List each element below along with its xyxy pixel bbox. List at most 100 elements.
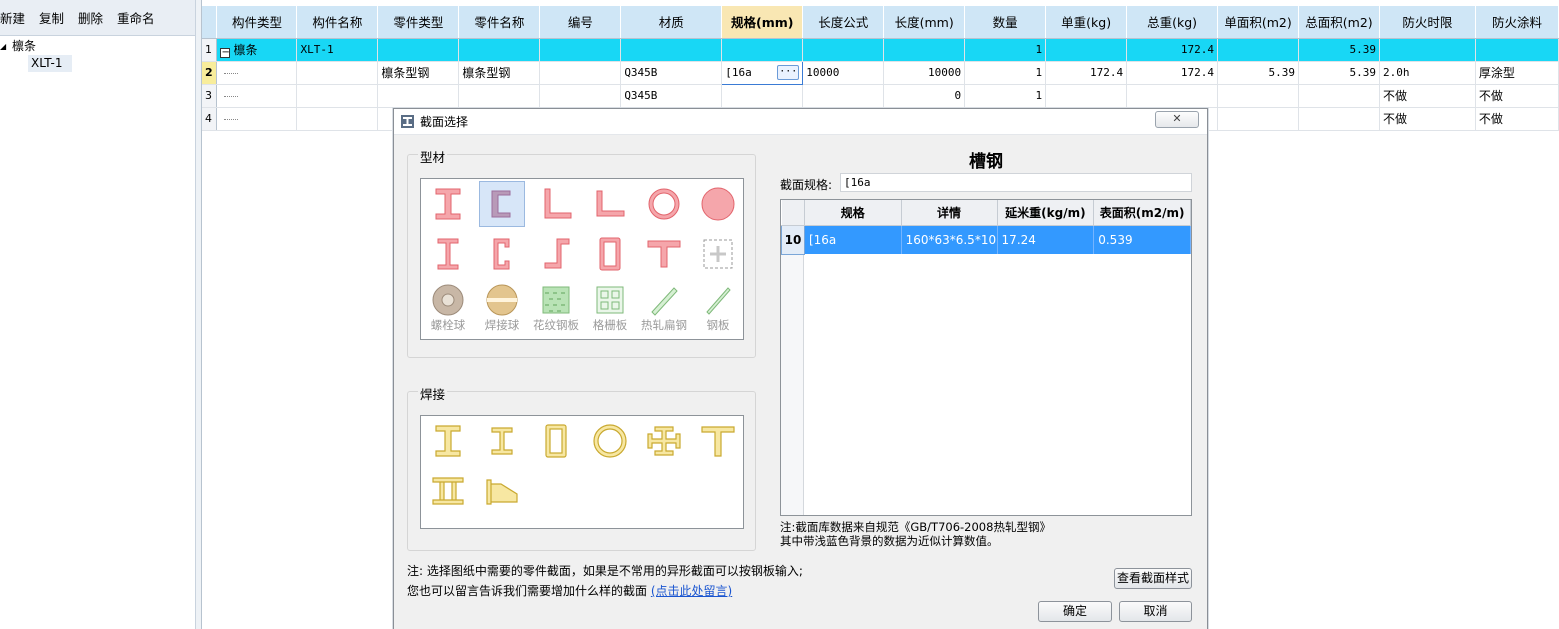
box-section-shape-icon[interactable]	[587, 231, 633, 277]
table-cell[interactable]: [16a	[804, 225, 902, 254]
tree-item-root[interactable]: ◢ 檩条	[0, 38, 195, 55]
grid-cell[interactable]	[883, 38, 966, 62]
col-header[interactable]: 规格	[804, 200, 902, 226]
tree-item-child[interactable]: XLT-1	[28, 55, 72, 72]
col-header[interactable]: 详情	[901, 200, 998, 226]
grid-cell[interactable]: 1	[964, 84, 1047, 108]
grid-cell[interactable]	[216, 61, 298, 85]
col-header[interactable]: 长度(mm)	[883, 6, 966, 39]
col-header[interactable]: 长度公式	[802, 6, 885, 39]
welded-h-shape-icon[interactable]	[479, 418, 525, 464]
welded-cross-shape-icon[interactable]	[641, 418, 687, 464]
spec-input[interactable]: [16a	[840, 173, 1192, 192]
new-button[interactable]: 新建	[0, 8, 32, 27]
unequal-angle-shape-icon[interactable]	[587, 181, 633, 227]
grid-cell[interactable]: 5.39	[1217, 61, 1299, 85]
ok-button[interactable]: 确定	[1038, 601, 1112, 622]
welded-tapered-shape-icon[interactable]	[479, 468, 525, 514]
grid-cell[interactable]: 不做	[1379, 107, 1476, 131]
rename-button[interactable]: 重命名	[110, 8, 162, 27]
grid-cell[interactable]	[377, 38, 460, 62]
t-section-shape-icon[interactable]	[641, 231, 687, 277]
hot-rolled-flat-item[interactable]: 热轧扁钢	[637, 281, 691, 337]
grid-cell[interactable]	[458, 38, 541, 62]
grid-cell[interactable]: 172.4	[1126, 38, 1219, 62]
grid-cell[interactable]: 不做	[1475, 107, 1559, 131]
grid-cell[interactable]	[1126, 84, 1219, 108]
welded-i-shape-icon[interactable]	[425, 418, 471, 464]
grid-cell[interactable]	[802, 84, 885, 108]
col-header[interactable]: 表面积(m2/m)	[1093, 200, 1191, 226]
grid-cell[interactable]: Q345B	[620, 84, 723, 108]
col-header[interactable]: 编号	[539, 6, 622, 39]
grid-cell[interactable]	[802, 38, 885, 62]
pipe-shape-icon[interactable]	[641, 181, 687, 227]
grid-cell[interactable]	[1298, 84, 1380, 108]
col-header[interactable]: 延米重(kg/m)	[997, 200, 1095, 226]
grid-cell[interactable]: 1	[964, 38, 1047, 62]
grid-cell[interactable]	[1298, 107, 1380, 131]
grid-cell[interactable]: 10000	[883, 61, 966, 85]
collapse-minus-icon[interactable]: −	[220, 48, 231, 58]
col-header[interactable]: 数量	[964, 6, 1047, 39]
grid-cell[interactable]	[1379, 38, 1476, 62]
grid-cell[interactable]	[539, 61, 622, 85]
grid-cell[interactable]	[539, 84, 622, 108]
col-header[interactable]: 零件类型	[377, 6, 460, 39]
grid-cell[interactable]	[1217, 38, 1299, 62]
grid-cell[interactable]	[1475, 38, 1559, 62]
grid-cell[interactable]: 172.4	[1126, 61, 1219, 85]
grid-cell[interactable]	[539, 38, 622, 62]
grid-cell[interactable]: Q345B	[620, 61, 723, 85]
cancel-button[interactable]: 取消	[1119, 601, 1192, 622]
grid-cell[interactable]	[721, 84, 804, 108]
steel-plate-item[interactable]: 钢板	[691, 281, 745, 337]
grid-cell[interactable]: 5.39	[1298, 38, 1380, 62]
welded-t-shape-icon[interactable]	[695, 418, 741, 464]
copy-button[interactable]: 复制	[32, 8, 71, 27]
table-row[interactable]: 2 檩条型钢 檩条型钢 Q345B [16a ··· 10000 10000 1 …	[202, 60, 1559, 85]
dialog-titlebar[interactable]: 截面选择	[394, 109, 1207, 135]
round-bar-shape-icon[interactable]	[695, 181, 741, 227]
collapse-arrow-icon[interactable]: ◢	[0, 38, 10, 55]
col-header-selected[interactable]: 规格(mm)	[721, 6, 804, 39]
table-row[interactable]: 1 − 檩条 XLT-1 1 172.4 5.39	[202, 38, 1559, 62]
col-header[interactable]: 单面积(m2)	[1217, 6, 1299, 39]
grid-cell[interactable]	[216, 84, 298, 108]
col-header[interactable]: 材质	[620, 6, 723, 39]
table-row[interactable]: 3 Q345B 0 1 不做 不做	[202, 84, 1559, 108]
grid-cell[interactable]	[1045, 38, 1128, 62]
grid-cell[interactable]: 1	[964, 61, 1047, 85]
grid-cell[interactable]: − 檩条	[216, 38, 298, 62]
grid-cell[interactable]	[296, 107, 379, 131]
browse-button[interactable]: ···	[777, 64, 800, 80]
grid-cell[interactable]: XLT-1	[296, 38, 379, 62]
angle-shape-icon[interactable]	[533, 181, 579, 227]
grid-cell[interactable]	[620, 38, 723, 62]
grid-cell[interactable]: 2.0h	[1379, 61, 1476, 85]
grid-cell[interactable]	[296, 61, 379, 85]
c-section-shape-icon[interactable]	[479, 231, 525, 277]
table-cell[interactable]: 0.539	[1093, 225, 1191, 254]
grid-cell[interactable]	[721, 38, 804, 62]
grid-cell[interactable]: 檩条型钢	[458, 61, 541, 85]
col-header[interactable]: 零件名称	[458, 6, 541, 39]
grid-cell[interactable]: 0	[883, 84, 966, 108]
grating-item[interactable]: 格栅板	[583, 281, 637, 337]
grid-cell[interactable]	[377, 84, 460, 108]
h-beam-shape-icon[interactable]	[425, 231, 471, 277]
close-button[interactable]: ✕	[1155, 111, 1199, 128]
welded-pipe-shape-icon[interactable]	[587, 418, 633, 464]
grid-cell[interactable]	[216, 107, 298, 131]
welded-double-plate-shape-icon[interactable]	[425, 468, 471, 514]
col-header[interactable]: 总面积(m2)	[1298, 6, 1380, 39]
table-cell[interactable]: 160*63*6.5*10	[901, 225, 998, 254]
z-section-shape-icon[interactable]	[533, 231, 579, 277]
table-cell[interactable]: 17.24	[997, 225, 1095, 254]
grid-cell[interactable]	[458, 84, 541, 108]
col-header[interactable]: 构件类型	[216, 6, 298, 39]
spec-edit-cell[interactable]: [16a ···	[721, 60, 804, 85]
col-header[interactable]: 防火时限	[1379, 6, 1476, 39]
view-section-style-button[interactable]: 查看截面样式	[1114, 568, 1192, 589]
grid-cell[interactable]: 10000	[802, 61, 885, 85]
